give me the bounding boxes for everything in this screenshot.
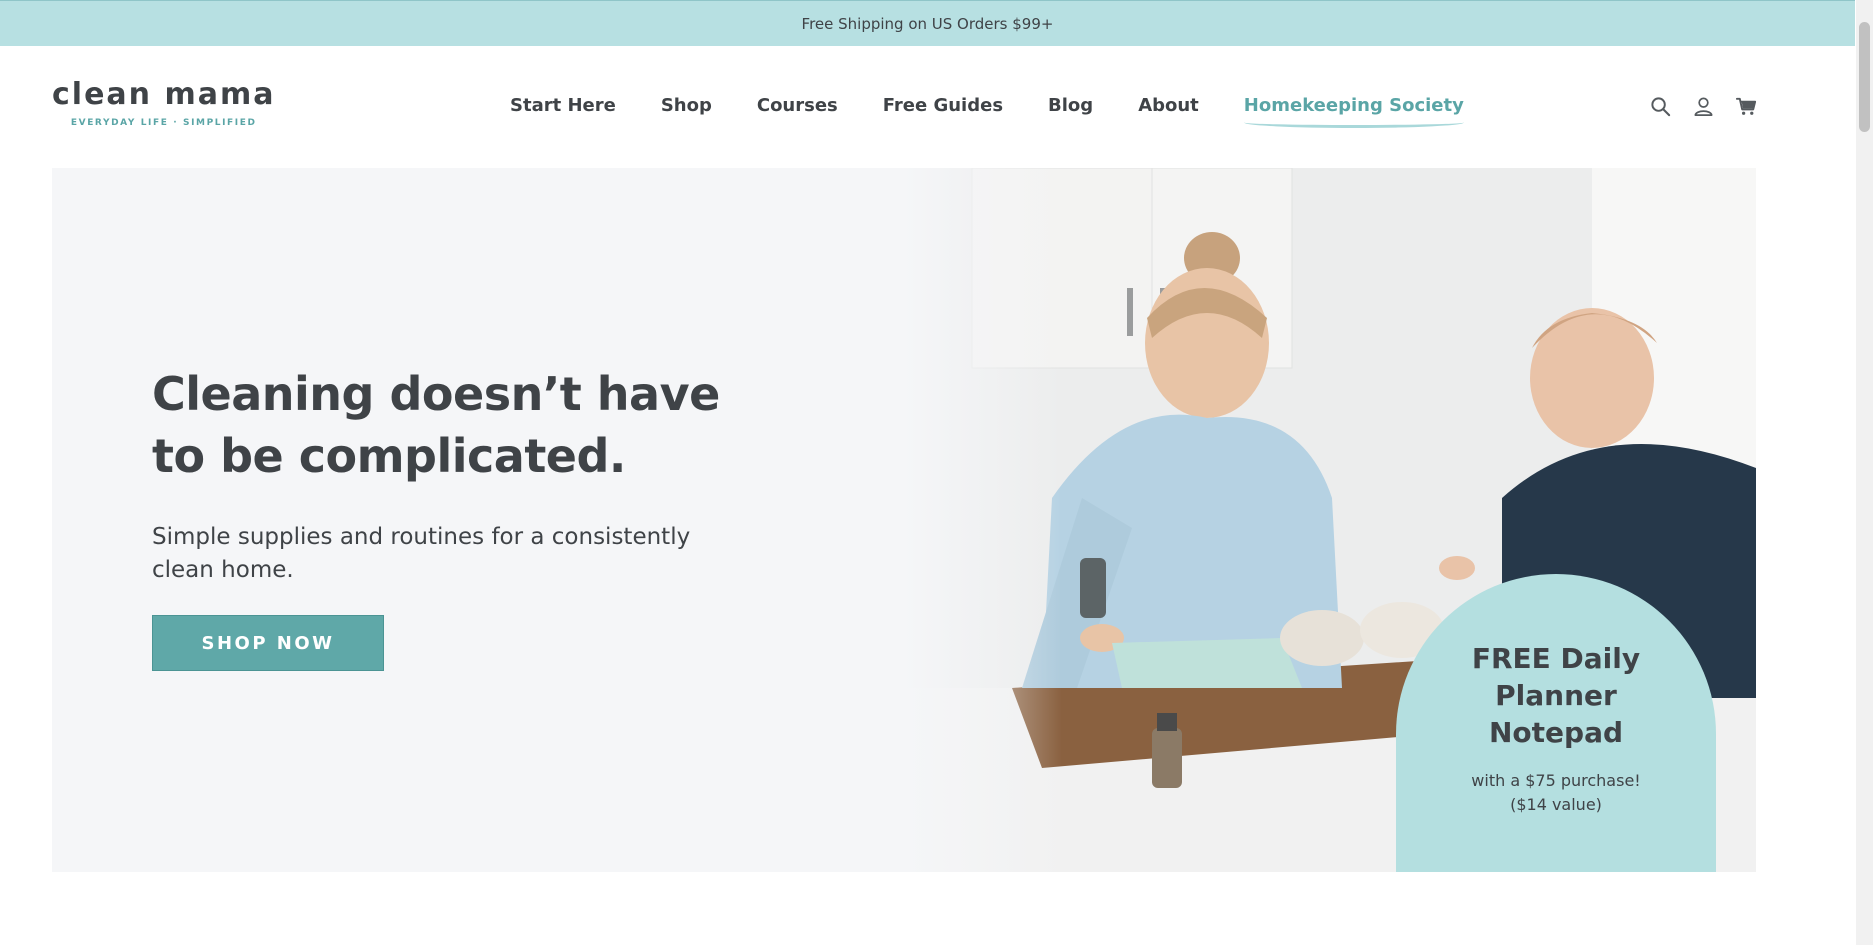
- nav-homekeeping-society-label: Homekeeping Society: [1243, 95, 1464, 116]
- hero-banner: Cleaning doesn’t have to be complicated.…: [52, 168, 1756, 872]
- nav-free-guides[interactable]: Free Guides: [883, 95, 1003, 116]
- hero-title: Cleaning doesn’t have to be complicated.: [152, 363, 752, 487]
- promo-sub-line-1: with a $75 purchase!: [1471, 771, 1641, 790]
- header-icons: [1649, 95, 1758, 118]
- logo-wordmark: clean mama: [52, 77, 276, 112]
- promo-sub-line-2: ($14 value): [1510, 795, 1602, 814]
- hero-title-line-2: to be complicated.: [152, 429, 626, 483]
- promo-title: FREE Daily Planner Notepad: [1396, 640, 1716, 751]
- promo-title-line-1: FREE Daily: [1471, 642, 1641, 675]
- logo-tagline: EVERYDAY LIFE · SIMPLIFIED: [70, 118, 257, 128]
- scrollbar[interactable]: [1856, 0, 1873, 945]
- active-nav-underline: [1243, 117, 1464, 128]
- hero-subtitle: Simple supplies and routines for a consi…: [152, 524, 691, 583]
- search-icon[interactable]: [1649, 95, 1672, 118]
- nav-blog[interactable]: Blog: [1048, 95, 1093, 116]
- nav-courses[interactable]: Courses: [757, 95, 838, 116]
- account-icon[interactable]: [1692, 95, 1715, 118]
- hero-title-line-1: Cleaning doesn’t have: [152, 367, 720, 421]
- nav-about[interactable]: About: [1138, 95, 1199, 116]
- promo-subtitle: with a $75 purchase! ($14 value): [1396, 769, 1716, 817]
- nav-start-here[interactable]: Start Here: [510, 95, 616, 116]
- announcement-text: Free Shipping on US Orders $99+: [801, 14, 1054, 33]
- main-nav: Start Here Shop Courses Free Guides Blog…: [510, 95, 1464, 128]
- hero-copy: Cleaning doesn’t have to be complicated.…: [152, 363, 752, 671]
- cart-icon[interactable]: [1735, 95, 1758, 118]
- photo-fade: [902, 168, 1062, 872]
- announcement-bar: Free Shipping on US Orders $99+: [0, 0, 1855, 46]
- nav-shop[interactable]: Shop: [661, 95, 712, 116]
- shop-now-button[interactable]: SHOP NOW: [152, 615, 384, 671]
- nav-homekeeping-society[interactable]: Homekeeping Society: [1243, 95, 1464, 128]
- logo[interactable]: clean mama EVERYDAY LIFE · SIMPLIFIED: [52, 77, 276, 129]
- scrollbar-thumb[interactable]: [1859, 22, 1870, 132]
- promo-title-line-2: Planner: [1495, 679, 1617, 712]
- promo-title-line-3: Notepad: [1488, 716, 1624, 749]
